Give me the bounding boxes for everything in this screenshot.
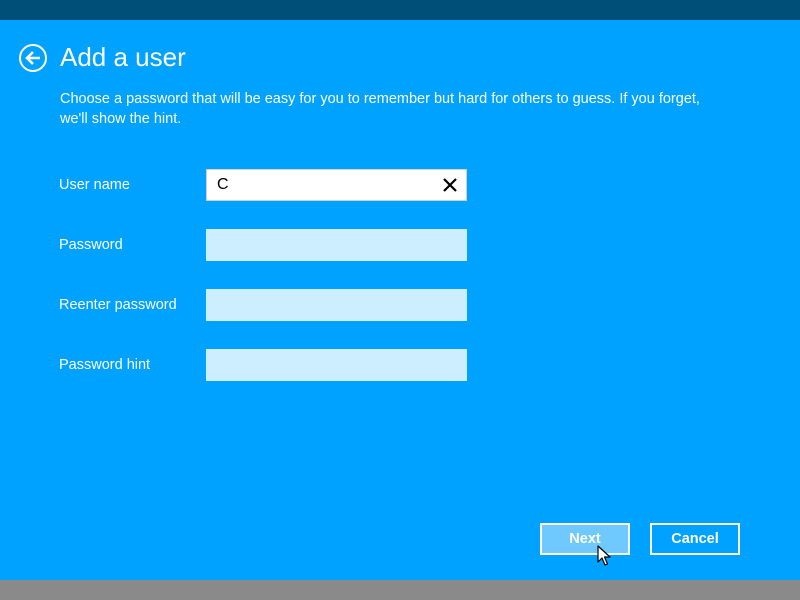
password-hint-label: Password hint [59, 357, 151, 373]
back-arrow-icon [25, 51, 40, 65]
reenter-password-label: Reenter password [59, 297, 177, 313]
password-input[interactable] [206, 229, 467, 261]
reenter-password-input[interactable] [206, 289, 467, 321]
description-text: Choose a password that will be easy for … [60, 91, 700, 127]
password-label: Password [59, 237, 123, 253]
next-button[interactable]: Next [540, 523, 630, 555]
page-title: Add a user [60, 42, 186, 72]
bottom-strip [0, 580, 800, 600]
back-button[interactable] [19, 44, 47, 72]
user-name-input[interactable] [206, 169, 467, 201]
top-strip [0, 0, 800, 20]
cancel-button[interactable]: Cancel [650, 523, 740, 555]
user-name-label: User name [59, 177, 130, 193]
password-hint-input[interactable] [206, 349, 467, 381]
clear-button[interactable] [440, 175, 460, 195]
close-icon [443, 178, 457, 192]
